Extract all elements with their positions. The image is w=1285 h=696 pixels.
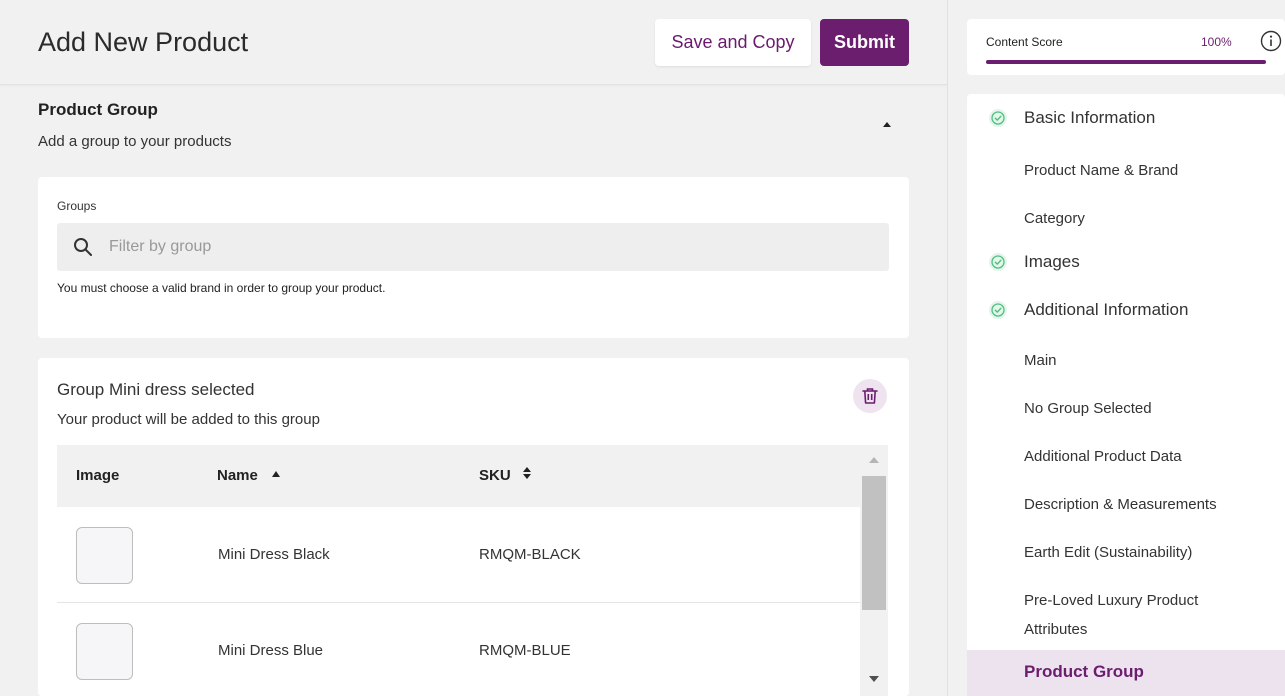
product-name: Mini Dress Black [218, 546, 330, 563]
group-search-input[interactable] [109, 223, 809, 271]
sidebar-item-pre-loved-luxury-product-attributes[interactable]: Pre-Loved Luxury Product Attributes [967, 586, 1285, 644]
sidebar-item-label: Product Name & Brand [1024, 162, 1179, 179]
check-circle-icon [989, 253, 1007, 271]
column-header-name[interactable]: Name [217, 467, 280, 484]
sidebar-item-label: Additional Information [1024, 300, 1189, 319]
sidebar-item-label: Earth Edit (Sustainability) [1024, 544, 1193, 561]
sidebar-item-product-group[interactable]: Product Group [967, 650, 1285, 696]
sidebar-item-label: Product Group [1024, 662, 1144, 681]
table-scrollbar[interactable] [860, 445, 888, 696]
sidebar-item-label: Main [1024, 352, 1057, 369]
collapse-caret-icon[interactable] [883, 122, 891, 127]
groups-card: Groups You must choose a valid brand in … [38, 177, 909, 338]
page-title: Add New Product [38, 27, 249, 57]
content-score-progress-bar [986, 60, 1266, 64]
table-row: Mini Dress Black RMQM-BLACK [57, 507, 860, 603]
trash-icon [862, 388, 878, 404]
selected-group-subtitle: Your product will be added to this group [57, 411, 320, 428]
sidebar-item-label: Category [1024, 210, 1085, 227]
sidebar-item-label: No Group Selected [1024, 400, 1152, 417]
check-circle-icon [989, 301, 1007, 319]
info-icon[interactable] [1260, 30, 1282, 52]
search-icon [74, 238, 92, 256]
sidebar-item-label: Pre-Loved Luxury Product Attributes [1024, 592, 1199, 638]
content-score-label: Content Score [986, 35, 1063, 49]
product-sku: RMQM-BLACK [479, 546, 581, 563]
groups-label: Groups [57, 199, 97, 213]
column-header-image: Image [76, 467, 120, 484]
section-subtitle: Add a group to your products [38, 133, 232, 150]
sidebar-item-additional-information[interactable]: Additional Information [967, 298, 1285, 328]
product-image-placeholder [76, 623, 133, 680]
section-title: Product Group [38, 100, 158, 119]
delete-group-button[interactable] [853, 379, 887, 413]
check-circle-icon [989, 109, 1007, 127]
selected-group-title: Group Mini dress selected [57, 380, 255, 399]
sidebar-item-basic-information[interactable]: Basic Information [967, 106, 1285, 136]
scrollbar-thumb[interactable] [862, 476, 886, 610]
sidebar-item-label: Description & Measurements [1024, 496, 1217, 513]
content-sidebar: Content Score 100% Basic Information Prod… [947, 0, 1285, 696]
group-search-box[interactable] [57, 223, 889, 271]
group-products-table: Image Name SKU Mini Dress Black RMQM-BLA… [57, 445, 888, 696]
sidebar-item-earth-edit-sustainability[interactable]: Earth Edit (Sustainability) [967, 538, 1285, 568]
product-sku: RMQM-BLUE [479, 642, 571, 659]
product-name: Mini Dress Blue [218, 642, 324, 659]
product-image-placeholder [76, 527, 133, 584]
scroll-down-arrow-icon[interactable] [869, 676, 879, 682]
page-header: Add New Product Save and Copy Submit [0, 0, 947, 85]
save-and-copy-button[interactable]: Save and Copy [655, 19, 811, 66]
table-header: Image Name SKU [57, 445, 888, 507]
sidebar-item-description-measurements[interactable]: Description & Measurements [967, 490, 1285, 520]
content-score-card: Content Score 100% [967, 19, 1285, 75]
column-header-sku[interactable]: SKU [479, 467, 531, 484]
sidebar-item-product-name-brand[interactable]: Product Name & Brand [967, 156, 1285, 186]
sidebar-item-label: Images [1024, 252, 1080, 271]
selected-group-card: Group Mini dress selected Your product w… [38, 358, 909, 696]
groups-hint: You must choose a valid brand in order t… [57, 281, 386, 295]
sidebar-item-main[interactable]: Main [967, 346, 1285, 376]
main-panel: Add New Product Save and Copy Submit Pro… [0, 0, 947, 696]
scroll-up-arrow-icon[interactable] [869, 457, 879, 463]
submit-button[interactable]: Submit [820, 19, 909, 66]
sidebar-item-no-group-selected[interactable]: No Group Selected [967, 394, 1285, 424]
sort-ascending-icon [271, 471, 280, 478]
section-nav: Basic Information Product Name & Brand Cat… [967, 94, 1285, 696]
sidebar-item-images[interactable]: Images [967, 250, 1285, 280]
content-score-value: 100% [1201, 35, 1232, 49]
sort-icon [522, 467, 531, 480]
sidebar-item-label: Basic Information [1024, 108, 1156, 127]
sidebar-item-category[interactable]: Category [967, 204, 1285, 234]
sidebar-item-additional-product-data[interactable]: Additional Product Data [967, 442, 1285, 472]
table-row: Mini Dress Blue RMQM-BLUE [57, 603, 860, 696]
sidebar-item-label: Additional Product Data [1024, 448, 1182, 465]
